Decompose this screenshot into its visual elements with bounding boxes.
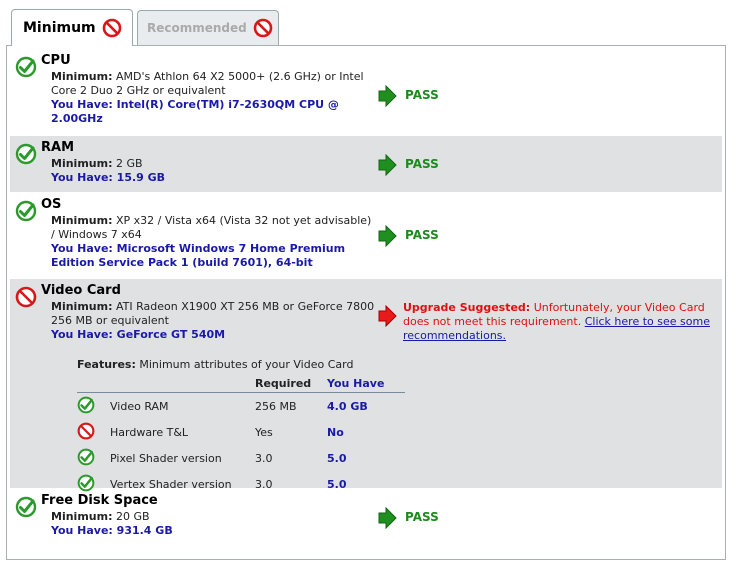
minimum-label: Minimum:	[51, 157, 113, 170]
result-pass: PASS	[377, 154, 439, 176]
check-icon	[77, 448, 95, 466]
feature-required: Yes	[255, 426, 273, 439]
requirement-text: Minimum: 2 GB You Have: 15.9 GB	[51, 157, 376, 185]
requirement-tabs: Minimum Recommended	[11, 9, 731, 46]
component-title: CPU	[41, 53, 71, 68]
tab-minimum-label: Minimum	[23, 20, 96, 36]
result-pass: PASS	[377, 85, 439, 107]
arrow-right-icon	[378, 507, 397, 529]
you-have-value: You Have: GeForce GT 540M	[51, 328, 226, 341]
minimum-value: 20 GB	[115, 510, 150, 523]
tab-minimum[interactable]: Minimum	[11, 9, 133, 46]
component-title: Free Disk Space	[41, 493, 158, 508]
table-header-row: Required You Have	[77, 375, 405, 393]
arrow-right-icon	[378, 305, 397, 327]
you-have-value: You Have: 15.9 GB	[51, 171, 166, 184]
requirement-text: Minimum: ATI Radeon X1900 XT 256 MB or G…	[51, 300, 376, 342]
component-title: OS	[41, 197, 62, 212]
requirement-row-cpu: CPU Minimum: AMD's Athlon 64 X2 5000+ (2…	[10, 49, 722, 135]
features-caption: Minimum attributes of your Video Card	[139, 358, 354, 371]
pass-label: PASS	[405, 510, 439, 524]
feature-required: 3.0	[255, 452, 273, 465]
pass-label: PASS	[405, 157, 439, 171]
check-icon	[15, 143, 37, 165]
requirements-panel: CPU Minimum: AMD's Athlon 64 X2 5000+ (2…	[6, 45, 726, 560]
prohibited-icon	[15, 286, 37, 308]
you-have-value: You Have: 931.4 GB	[51, 524, 173, 537]
check-icon	[15, 56, 37, 78]
feature-have: 4.0 GB	[327, 400, 368, 413]
video-features: Features: Minimum attributes of your Vid…	[77, 358, 407, 497]
table-row: Pixel Shader version 3.0 5.0	[77, 445, 405, 471]
prohibited-icon	[102, 18, 121, 38]
minimum-label: Minimum:	[51, 214, 113, 227]
result-pass: PASS	[377, 225, 439, 247]
table-row: Hardware T&L Yes No	[77, 419, 405, 445]
pass-label: PASS	[405, 88, 439, 102]
table-row: Video RAM 256 MB 4.0 GB	[77, 393, 405, 420]
minimum-value: 2 GB	[115, 157, 143, 170]
requirement-row-video-card: Video Card Minimum: ATI Radeon X1900 XT …	[10, 279, 723, 492]
pass-label: PASS	[405, 228, 439, 242]
minimum-label: Minimum:	[51, 300, 113, 313]
check-icon	[15, 496, 37, 518]
column-required: Required	[255, 375, 327, 393]
result-upgrade: Upgrade Suggested: Unfortunately, your V…	[377, 301, 723, 343]
upgrade-label: Upgrade Suggested:	[403, 301, 531, 314]
minimum-label: Minimum:	[51, 510, 113, 523]
features-table: Required You Have Video RAM 256 MB 4.0 G…	[77, 375, 405, 497]
requirement-text: Minimum: AMD's Athlon 64 X2 5000+ (2.6 G…	[51, 70, 376, 126]
requirement-row-ram: RAM Minimum: 2 GB You Have: 15.9 GB PASS	[10, 136, 722, 192]
you-have-value: You Have: Microsoft Windows 7 Home Premi…	[51, 242, 346, 269]
you-have-value: You Have: Intel(R) Core(TM) i7-2630QM CP…	[51, 98, 339, 125]
requirement-row-disk-space: Free Disk Space Minimum: 20 GB You Have:…	[10, 489, 722, 555]
feature-required: 256 MB	[255, 400, 297, 413]
feature-have: 5.0	[327, 452, 347, 465]
requirement-text: Minimum: 20 GB You Have: 931.4 GB	[51, 510, 376, 538]
check-icon	[15, 200, 37, 222]
arrow-right-icon	[378, 225, 397, 247]
minimum-label: Minimum:	[51, 70, 113, 83]
result-pass: PASS	[377, 507, 439, 529]
requirement-row-os: OS Minimum: XP x32 / Vista x64 (Vista 32…	[10, 193, 722, 277]
features-label: Features:	[77, 358, 136, 371]
tab-recommended[interactable]: Recommended	[137, 10, 279, 45]
arrow-right-icon	[378, 154, 397, 176]
features-heading: Features: Minimum attributes of your Vid…	[77, 358, 407, 371]
component-title: Video Card	[41, 283, 121, 298]
feature-name: Hardware T&L	[110, 426, 189, 439]
arrow-right-icon	[378, 85, 397, 107]
prohibited-icon	[77, 422, 95, 440]
component-title: RAM	[41, 140, 75, 155]
upgrade-message: Upgrade Suggested: Unfortunately, your V…	[403, 301, 723, 343]
prohibited-icon	[253, 18, 273, 38]
requirement-text: Minimum: XP x32 / Vista x64 (Vista 32 no…	[51, 214, 376, 270]
feature-have: No	[327, 426, 344, 439]
feature-name: Pixel Shader version	[110, 452, 222, 465]
feature-name: Video RAM	[110, 400, 169, 413]
check-icon	[77, 396, 95, 414]
column-you-have: You Have	[327, 375, 405, 393]
tab-recommended-label: Recommended	[147, 21, 247, 35]
